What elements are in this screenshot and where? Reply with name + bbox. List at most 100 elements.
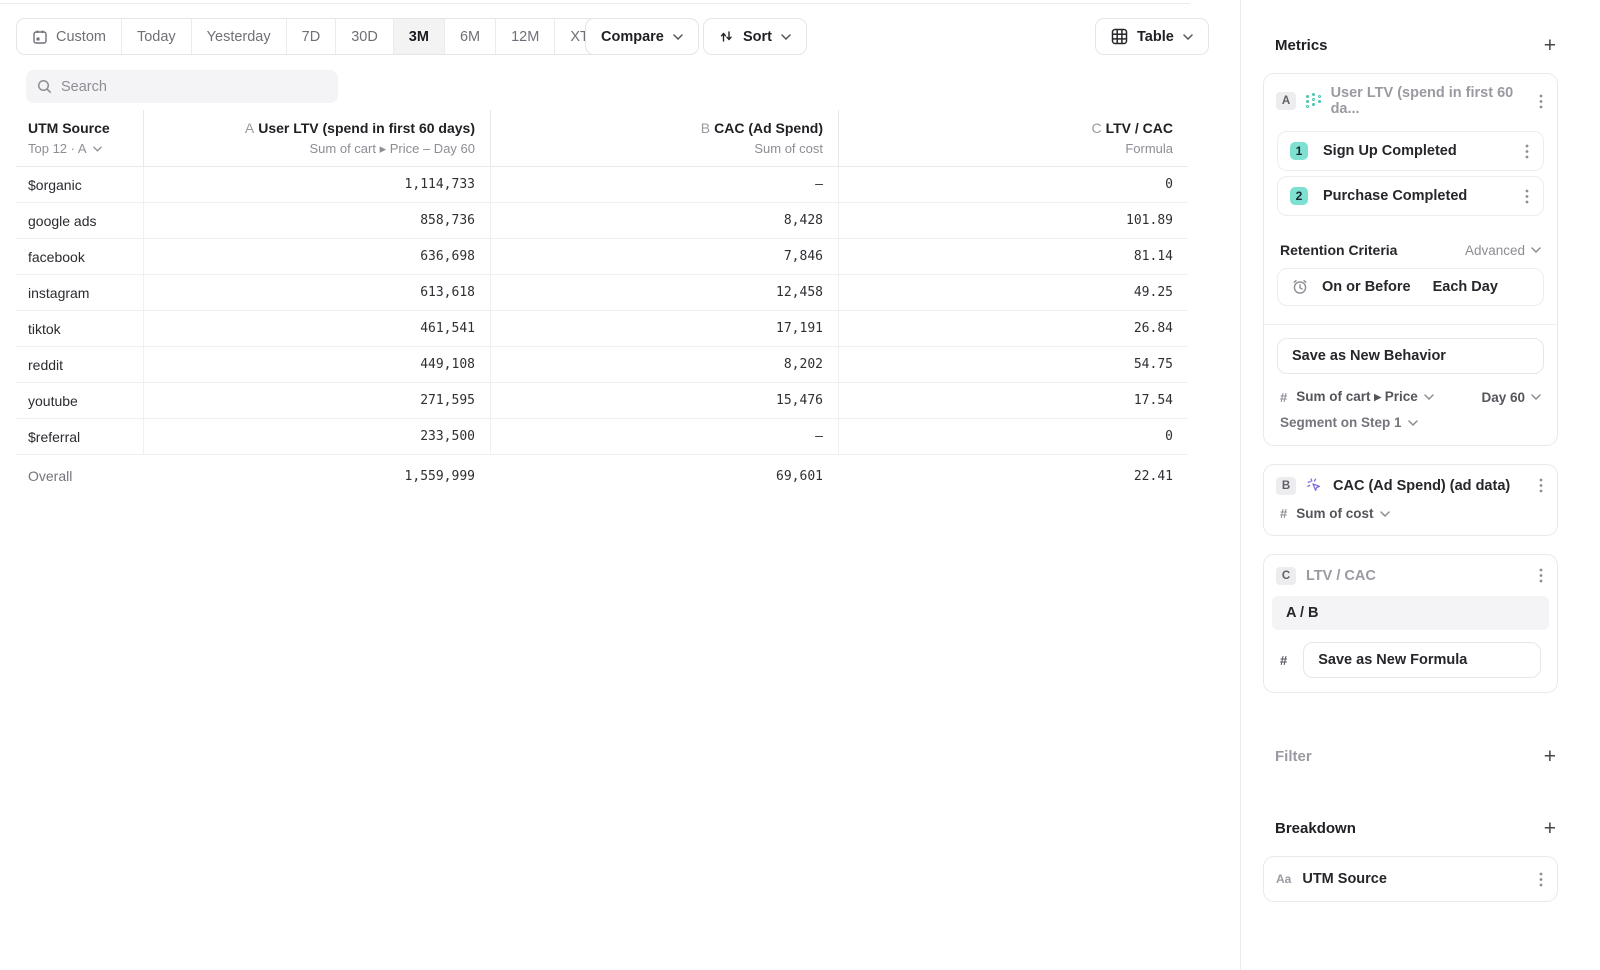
chevron-down-icon — [1531, 247, 1541, 253]
row-dimension-header: UTM Source Top 12 · A — [16, 110, 143, 166]
table-row[interactable]: tiktok 461,541 17,191 26.84 — [16, 311, 1188, 347]
aggregation-dropdown[interactable]: Sum of cost — [1296, 506, 1389, 521]
search-input[interactable] — [61, 79, 327, 95]
segment-on-step-dropdown[interactable]: Segment on Step 1 — [1280, 415, 1541, 430]
kebab-menu-icon[interactable] — [1537, 870, 1545, 889]
column-header-a[interactable]: AUser LTV (spend in first 60 days) Sum o… — [143, 110, 490, 166]
divider — [1264, 324, 1557, 325]
number-type-icon: # — [1280, 506, 1287, 521]
search-box — [26, 70, 338, 103]
table-row[interactable]: instagram 613,618 12,458 49.25 — [16, 275, 1188, 311]
formula-save-row: # Save as New Formula — [1280, 642, 1541, 678]
number-type-icon: # — [1280, 390, 1287, 405]
query-sidebar: Metrics + A User LTV (spend in first 60 … — [1240, 0, 1600, 970]
ad-click-sparkle-icon — [1306, 477, 1323, 494]
aggregation-row: # Sum of cart ▸ Price Day 60 — [1280, 389, 1541, 405]
table-row[interactable]: facebook 636,698 7,846 81.14 — [16, 239, 1188, 275]
sort-arrows-icon — [719, 29, 734, 44]
breakdown-item-utm-source[interactable]: Aa UTM Source — [1263, 856, 1558, 902]
step-event-name: Purchase Completed — [1323, 188, 1467, 204]
step-event-name: Sign Up Completed — [1323, 143, 1457, 159]
chevron-down-icon — [1380, 511, 1390, 517]
date-range-30d[interactable]: 30D — [336, 19, 394, 54]
date-range-label: Custom — [56, 29, 106, 45]
filter-title: Filter — [1275, 748, 1312, 765]
metric-a-header[interactable]: A User LTV (spend in first 60 da... — [1264, 74, 1557, 126]
step-number-badge: 2 — [1290, 187, 1308, 205]
row-dimension-title: UTM Source — [28, 120, 128, 136]
metric-card-a: A User LTV (spend in first 60 da... 1 Si… — [1263, 73, 1558, 446]
chevron-down-icon — [673, 34, 683, 40]
kebab-menu-icon[interactable] — [1537, 566, 1545, 585]
table-grid-icon — [1111, 28, 1128, 45]
chevron-down-icon — [781, 34, 791, 40]
date-range-7d[interactable]: 7D — [287, 19, 337, 54]
metric-card-b: B CAC (Ad Spend) (ad data) # Sum of cost — [1263, 464, 1558, 536]
timing-mode: On or Before — [1322, 279, 1411, 295]
results-table: UTM Source Top 12 · A AUser LTV (spend i… — [16, 110, 1188, 497]
kebab-menu-icon[interactable] — [1523, 142, 1531, 161]
sort-label: Sort — [743, 29, 772, 45]
filter-section-header: Filter + — [1275, 745, 1556, 767]
step-2-event[interactable]: 2 Purchase Completed — [1277, 176, 1544, 216]
view-label: Table — [1137, 29, 1174, 45]
column-header-c[interactable]: CLTV / CAC Formula — [838, 110, 1188, 166]
breakdown-title: Breakdown — [1275, 820, 1356, 837]
breakdown-property-name: UTM Source — [1302, 871, 1387, 887]
window-dropdown[interactable]: Day 60 — [1481, 390, 1541, 405]
chevron-down-icon — [93, 146, 102, 152]
date-range-yesterday[interactable]: Yesterday — [192, 19, 287, 54]
formula-input[interactable]: A / B — [1272, 596, 1549, 630]
metric-letter-badge: A — [1276, 92, 1296, 110]
table-overall-row: Overall 1,559,999 69,601 22.41 — [16, 455, 1188, 497]
add-metric-button[interactable]: + — [1544, 35, 1556, 56]
date-range-3m-selected[interactable]: 3M — [394, 19, 445, 54]
kebab-menu-icon[interactable] — [1537, 476, 1545, 495]
metric-letter-badge: C — [1276, 567, 1296, 585]
sort-button[interactable]: Sort — [703, 18, 807, 55]
alarm-clock-icon — [1291, 278, 1309, 296]
date-range-6m[interactable]: 6M — [445, 19, 496, 54]
metric-a-name: User LTV (spend in first 60 da... — [1331, 85, 1527, 117]
chevron-down-icon — [1408, 420, 1418, 426]
table-row[interactable]: reddit 449,108 8,202 54.75 — [16, 347, 1188, 383]
retention-criteria-title: Retention Criteria — [1280, 242, 1397, 258]
metric-letter-badge: B — [1276, 477, 1296, 495]
metric-c-name: LTV / CAC — [1306, 568, 1376, 584]
top-divider — [0, 3, 1190, 4]
table-header: UTM Source Top 12 · A AUser LTV (spend i… — [16, 110, 1188, 167]
row-dimension-subtitle[interactable]: Top 12 · A — [28, 141, 128, 156]
add-breakdown-button[interactable]: + — [1544, 818, 1556, 839]
breakdown-section-header: Breakdown + — [1275, 817, 1556, 839]
aggregation-dropdown[interactable]: Sum of cart ▸ Price — [1296, 389, 1434, 405]
compare-button[interactable]: Compare — [585, 18, 699, 55]
chevron-down-icon — [1183, 34, 1193, 40]
save-as-new-behavior-button[interactable]: Save as New Behavior — [1277, 338, 1544, 374]
metric-b-header[interactable]: B CAC (Ad Spend) (ad data) — [1264, 465, 1557, 504]
date-range-12m[interactable]: 12M — [496, 19, 555, 54]
chevron-down-icon — [1424, 394, 1434, 400]
behavior-dots-icon — [1306, 93, 1321, 109]
aggregation-row: # Sum of cost — [1280, 506, 1541, 535]
add-filter-button[interactable]: + — [1544, 746, 1556, 767]
retention-timing-selector[interactable]: On or Before Each Day — [1277, 268, 1544, 306]
date-range-custom[interactable]: Custom — [17, 19, 122, 54]
kebab-menu-icon[interactable] — [1537, 92, 1545, 111]
metric-c-header[interactable]: C LTV / CAC — [1264, 555, 1557, 594]
table-row[interactable]: $organic 1,114,733 – 0 — [16, 167, 1188, 203]
save-as-new-formula-button[interactable]: Save as New Formula — [1303, 642, 1541, 678]
search-icon — [37, 79, 52, 94]
chevron-down-icon — [1531, 394, 1541, 400]
table-row[interactable]: $referral 233,500 – 0 — [16, 419, 1188, 455]
step-1-event[interactable]: 1 Sign Up Completed — [1277, 131, 1544, 171]
retention-advanced-dropdown[interactable]: Advanced — [1465, 243, 1541, 258]
metrics-title: Metrics — [1275, 37, 1328, 54]
main-panel: Custom Today Yesterday 7D 30D 3M 6M 12M … — [0, 0, 1240, 970]
date-range-today[interactable]: Today — [122, 19, 192, 54]
table-row[interactable]: youtube 271,595 15,476 17.54 — [16, 383, 1188, 419]
step-number-badge: 1 — [1290, 142, 1308, 160]
table-row[interactable]: google ads 858,736 8,428 101.89 — [16, 203, 1188, 239]
column-header-b[interactable]: BCAC (Ad Spend) Sum of cost — [490, 110, 838, 166]
view-selector-button[interactable]: Table — [1095, 18, 1209, 55]
kebab-menu-icon[interactable] — [1523, 187, 1531, 206]
